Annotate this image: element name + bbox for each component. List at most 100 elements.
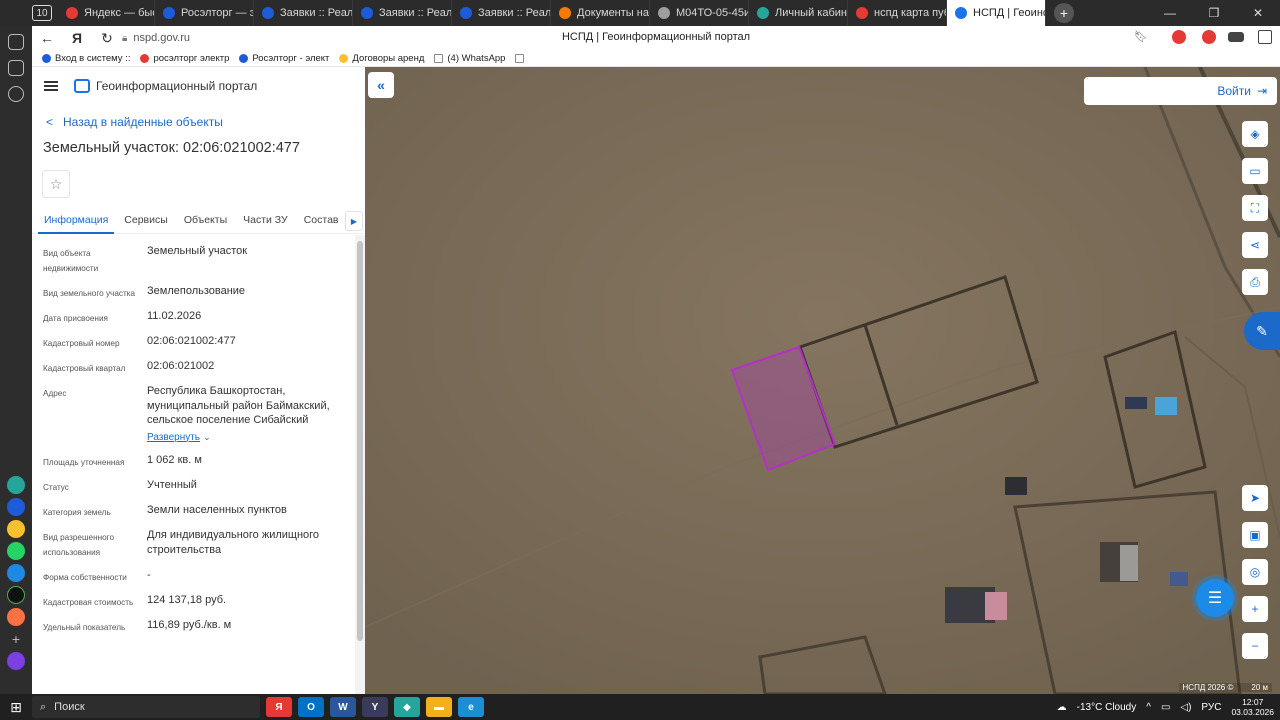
ruler-button[interactable]: ▭ (1242, 158, 1268, 184)
expand-address-link[interactable]: Развернуть (147, 432, 200, 443)
back-arrow-icon[interactable]: ← (32, 30, 62, 46)
file-icon (434, 53, 444, 63)
url-field[interactable]: nspd.gov.ru (133, 32, 190, 44)
profile-icon[interactable] (1258, 30, 1272, 44)
taskbar-search[interactable]: ⌕ Поиск (32, 696, 260, 718)
weather-text[interactable]: -13°C Cloudy (1077, 702, 1137, 713)
extension-icon[interactable] (1172, 30, 1186, 44)
games-app-icon[interactable] (7, 608, 25, 626)
vk-app-icon[interactable] (7, 498, 25, 516)
add-app-icon[interactable]: + (7, 630, 25, 648)
scrollbar-thumb[interactable] (357, 241, 363, 641)
history-icon[interactable] (8, 86, 24, 102)
tab-services[interactable]: Сервисы (114, 208, 174, 234)
layers-button[interactable]: ◈ (1242, 121, 1268, 147)
bookmark-item[interactable]: Росэлторг - элект (239, 53, 329, 64)
page-title: НСПД | Геоинформационный портал (561, 31, 751, 43)
yandex-browser-taskbar-icon[interactable]: Я (266, 697, 292, 717)
attribute-label: Кадастровая стоимость (43, 598, 134, 607)
browser-tab[interactable]: Заявки :: Реализа (353, 0, 452, 26)
site-icon (361, 7, 373, 19)
file-explorer-taskbar-icon[interactable]: ▬ (426, 697, 452, 717)
tab-composition[interactable]: Состав (294, 208, 345, 234)
downloads-icon[interactable] (1228, 32, 1244, 42)
zoom-out-button[interactable]: − (1242, 633, 1268, 659)
tabs-icon[interactable] (8, 34, 24, 50)
tab-information[interactable]: Информация (38, 208, 115, 234)
panel-scrollbar[interactable] (355, 235, 365, 694)
browser-tab[interactable]: Яндекс — быстр (58, 0, 155, 26)
geolocation-button[interactable]: ➤ (1242, 485, 1268, 511)
language-indicator[interactable]: РУС (1201, 702, 1221, 713)
telegram-icon[interactable] (7, 564, 25, 582)
browser-tab-active[interactable]: НСПД | Геоинс✕ (947, 0, 1046, 26)
whatsapp-icon[interactable] (7, 542, 25, 560)
minimap-button[interactable]: ▣ (1242, 522, 1268, 548)
attribute-label: Статус (43, 483, 69, 492)
bookmark-item[interactable]: Вход в систему :: (42, 53, 130, 64)
yandex-taskbar-icon[interactable]: Y (362, 697, 388, 717)
music-app-icon[interactable] (7, 586, 25, 604)
alice-icon[interactable] (7, 652, 25, 670)
windows-start-icon[interactable]: ⊞ (0, 699, 32, 716)
attribute-label: Кадастровый квартал (43, 364, 126, 373)
print-button[interactable]: ⎙ (1242, 269, 1268, 295)
map-view[interactable]: « Войти ⇥ ◈ ▭ ⛶ ⋖ ⎙ ✎ ➤ ▣ ◎ + − ☰ НСПД 20… (365, 67, 1280, 694)
menu-icon[interactable] (44, 81, 58, 91)
reload-icon[interactable]: ↻ (92, 30, 122, 47)
favorite-star-icon[interactable]: ☆ (42, 170, 70, 198)
edge-taskbar-icon[interactable]: e (458, 697, 484, 717)
maximize-button[interactable]: ❐ (1192, 0, 1236, 26)
tabs-scroll-right-icon[interactable]: ▶ (345, 211, 363, 231)
attributes-list: Вид объекта недвижимости Земельный участо… (32, 244, 365, 635)
back-to-results-link[interactable]: < Назад в найденные объекты (46, 115, 365, 129)
browser-tab[interactable]: Росэлторг — эле (155, 0, 254, 26)
cabinet-icon (757, 7, 769, 19)
feedback-button[interactable]: ✎ (1244, 312, 1280, 350)
bookmark-item[interactable] (515, 53, 528, 63)
new-tab-button[interactable]: + (1054, 3, 1074, 23)
word-taskbar-icon[interactable]: W (330, 697, 356, 717)
attribute-row: Адрес Республика Башкортостан, муниципаль… (43, 384, 351, 445)
windows-taskbar: ⊞ ⌕ Поиск Я O W Y ◆ ▬ e ☁ -13°C Cloudy ^ … (0, 694, 1280, 720)
bookmark-item[interactable]: росэлторг электр (140, 53, 229, 64)
extension-icon[interactable] (1202, 30, 1216, 44)
browser-tab[interactable]: Личный кабинет (749, 0, 848, 26)
collections-icon[interactable] (8, 60, 24, 76)
share-button[interactable]: ⋖ (1242, 232, 1268, 258)
browser-tab[interactable]: Заявки :: Реализа (254, 0, 353, 26)
chevron-left-icon: < (46, 115, 54, 129)
network-icon[interactable]: ▭ (1161, 702, 1170, 713)
outlook-taskbar-icon[interactable]: O (298, 697, 324, 717)
bookmark-item[interactable]: Договоры аренд (339, 53, 424, 64)
notes-app-icon[interactable] (7, 520, 25, 538)
chevron-up-icon[interactable]: ^ (1146, 702, 1151, 713)
search-location-button[interactable]: ◎ (1242, 559, 1268, 585)
tab-count-button[interactable]: 10 (32, 5, 52, 21)
address-bar: ← Я ↻ 🔒︎ nspd.gov.ru НСПД | Геоинформаци… (32, 26, 1280, 50)
minimize-button[interactable]: — (1148, 0, 1192, 26)
yandex-logo-icon[interactable]: Я (62, 30, 92, 46)
cabinet-taskbar-icon[interactable]: ◆ (394, 697, 420, 717)
browser-tab[interactable]: нспд карта публ (848, 0, 947, 26)
select-area-button[interactable]: ⛶ (1242, 195, 1268, 221)
cabinet-app-icon[interactable] (7, 476, 25, 494)
browser-tab[interactable]: Документы на ис (551, 0, 650, 26)
bookmark-icon[interactable]: 🔖︎ (1134, 30, 1148, 43)
site-icon (262, 7, 274, 19)
zoom-in-button[interactable]: + (1242, 596, 1268, 622)
browser-tab[interactable]: М04ТО-05-45иск (650, 0, 749, 26)
yandex-icon (66, 7, 78, 19)
browser-tab[interactable]: Заявки :: Реализа (452, 0, 551, 26)
tab-parts[interactable]: Части ЗУ (233, 208, 294, 234)
chat-button[interactable]: ☰ (1196, 579, 1234, 617)
volume-icon[interactable]: ◁) (1180, 702, 1191, 713)
close-window-button[interactable]: ✕ (1236, 0, 1280, 26)
clock[interactable]: 12:07 03.03.2026 (1231, 697, 1274, 717)
attribute-label: Площадь уточненная (43, 458, 125, 467)
attribute-row: Вид объекта недвижимости Земельный участо… (43, 244, 351, 276)
collapse-panel-button[interactable]: « (368, 72, 394, 98)
bookmark-item[interactable]: (4) WhatsApp (434, 53, 505, 64)
login-button[interactable]: Войти ⇥ (1084, 77, 1277, 105)
tab-objects[interactable]: Объекты (174, 208, 233, 234)
